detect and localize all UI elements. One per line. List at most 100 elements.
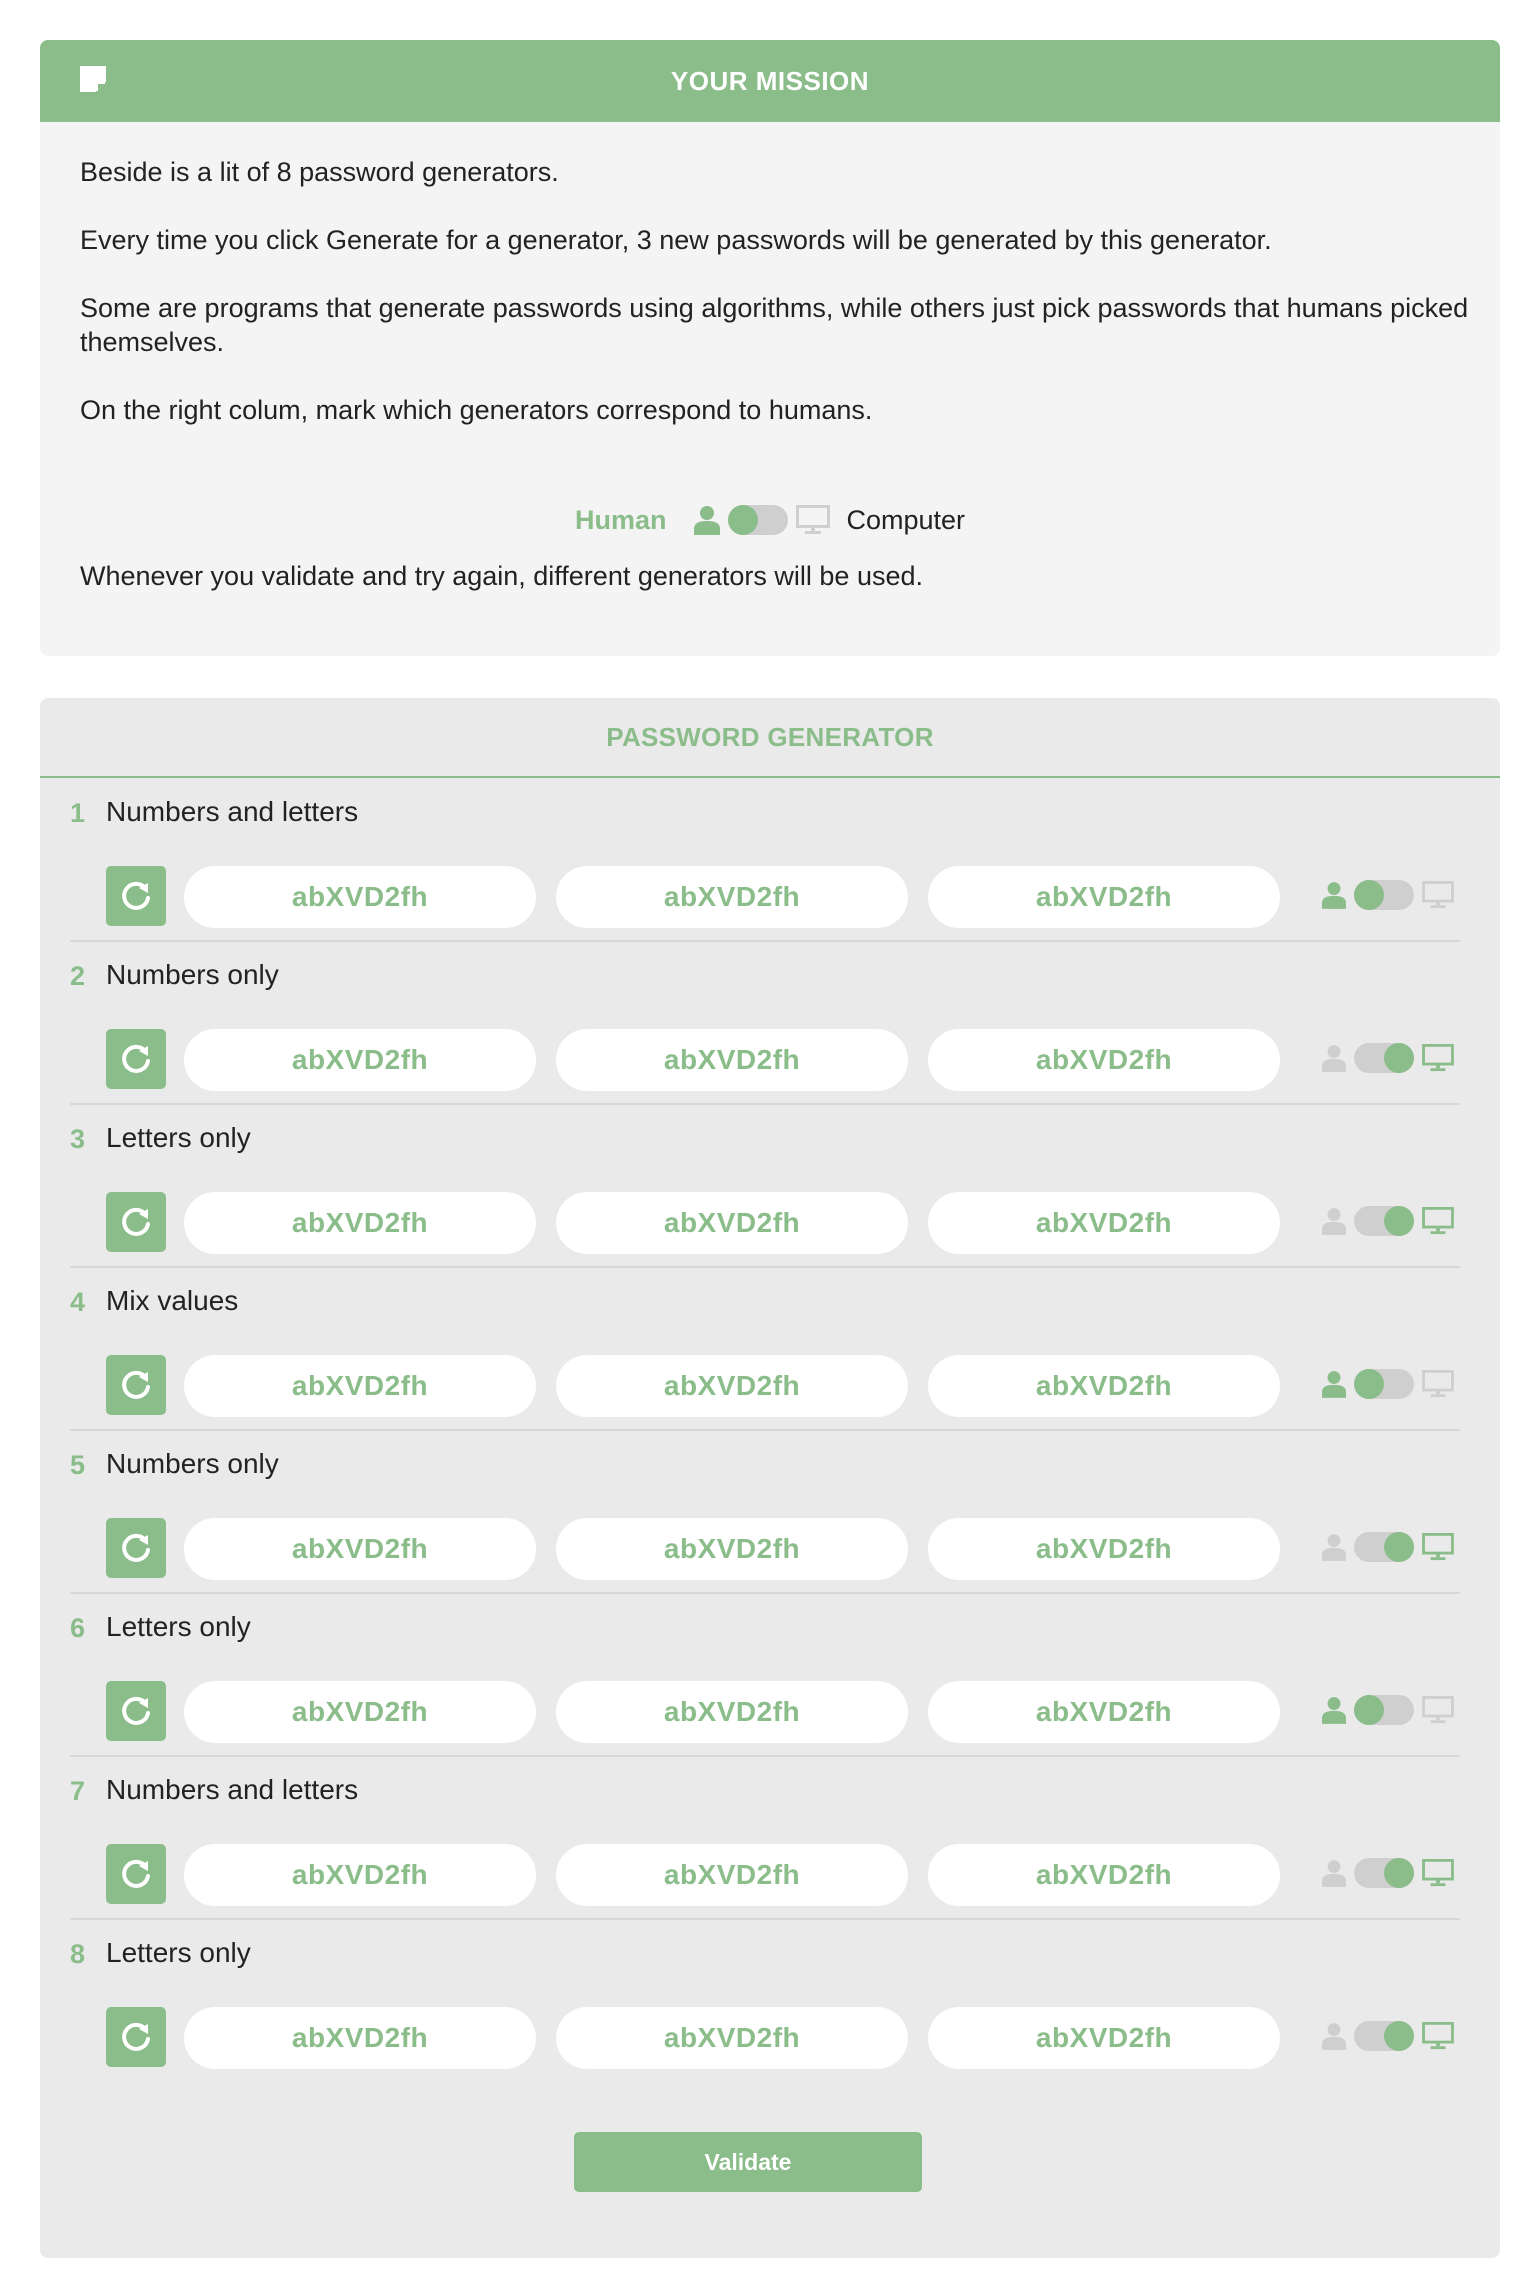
human-computer-toggle[interactable] [1322, 1532, 1454, 1562]
password-field: abXVD2fh [928, 1844, 1280, 1906]
monitor-icon [796, 505, 831, 534]
monitor-icon [1422, 1370, 1454, 1398]
password-generator-card: PASSWORD GENERATOR 1 Numbers and letters a… [40, 698, 1500, 2258]
row-divider [70, 1266, 1460, 1268]
human-computer-toggle[interactable] [1322, 2021, 1454, 2051]
password-field: abXVD2fh [556, 2007, 908, 2069]
person-icon [1322, 1045, 1346, 1072]
person-icon [1322, 1208, 1346, 1235]
generator-number: 1 [70, 798, 86, 828]
legend-toggle-track [728, 505, 789, 535]
generate-button[interactable] [106, 1681, 166, 1741]
legend-toggle-knob [728, 505, 759, 535]
toggle-knob[interactable] [1354, 880, 1384, 910]
toggle-track[interactable] [1354, 2021, 1414, 2051]
human-computer-toggle[interactable] [1322, 1043, 1454, 1073]
password-field: abXVD2fh [928, 1681, 1280, 1743]
generator-number: 6 [70, 1613, 86, 1643]
password-field: abXVD2fh [184, 1681, 536, 1743]
generator-number: 4 [70, 1287, 86, 1317]
password-field: abXVD2fh [184, 1518, 536, 1580]
mission-header: YOUR MISSION [40, 40, 1500, 122]
password-field: abXVD2fh [928, 1029, 1280, 1091]
generator-row: 7 Numbers and letters abXVD2fh abXVD2fh abXV… [70, 1758, 1460, 1920]
toggle-knob[interactable] [1384, 1532, 1414, 1562]
toggle-track[interactable] [1354, 1369, 1414, 1399]
toggle-track[interactable] [1354, 1532, 1414, 1562]
generator-number: 8 [70, 1939, 86, 1969]
mission-paragraph: Every time you click Generate for a gene… [80, 225, 1272, 255]
person-icon [1322, 1371, 1346, 1398]
password-field: abXVD2fh [928, 2007, 1280, 2069]
refresh-icon [122, 1696, 150, 1725]
refresh-icon [122, 1533, 150, 1562]
toggle-knob[interactable] [1354, 1369, 1384, 1399]
password-field: abXVD2fh [928, 1192, 1280, 1254]
mission-footer-text: Whenever you validate and try again, dif… [80, 561, 923, 591]
row-divider [70, 1103, 1460, 1105]
generate-button[interactable] [106, 1518, 166, 1578]
row-divider [70, 1429, 1460, 1431]
generator-row: 6 Letters only abXVD2fh abXVD2fh abXVD2fh [70, 1595, 1460, 1757]
validate-button[interactable]: Validate [574, 2132, 922, 2192]
password-field: abXVD2fh [556, 1029, 908, 1091]
toggle-knob[interactable] [1384, 2021, 1414, 2051]
password-field: abXVD2fh [184, 1029, 536, 1091]
legend-computer-label: Computer [846, 504, 966, 535]
generate-button[interactable] [106, 1355, 166, 1415]
person-icon [1322, 1534, 1346, 1561]
human-computer-toggle[interactable] [1322, 1369, 1454, 1399]
generator-label: Mix values [106, 1285, 239, 1316]
legend-human-label: Human [574, 504, 667, 535]
human-computer-toggle[interactable] [1322, 1206, 1454, 1236]
generate-button[interactable] [106, 2007, 166, 2067]
person-icon [694, 506, 721, 535]
monitor-icon [1422, 1859, 1454, 1887]
monitor-icon [1422, 1533, 1454, 1561]
password-field: abXVD2fh [556, 866, 908, 928]
password-field: abXVD2fh [184, 1192, 536, 1254]
mission-paragraph: Some are programs that generate password… [80, 293, 1469, 357]
legend: Human Computer [40, 498, 1500, 542]
generator-row: 8 Letters only abXVD2fh abXVD2fh abXVD2fh [70, 1921, 1460, 2083]
human-computer-toggle[interactable] [1322, 880, 1454, 910]
generator-number: 3 [70, 1124, 86, 1154]
mission-title: YOUR MISSION [670, 65, 870, 96]
toggle-knob[interactable] [1384, 1858, 1414, 1888]
generator-label: Numbers only [106, 959, 279, 990]
row-divider [70, 1918, 1460, 1920]
generator-label: Letters only [106, 1122, 251, 1153]
generator-label: Letters only [106, 1611, 251, 1642]
generate-button[interactable] [106, 1192, 166, 1252]
refresh-icon [122, 1207, 150, 1236]
monitor-icon [1422, 2022, 1454, 2050]
generator-label: Numbers and letters [106, 1774, 359, 1805]
toggle-track[interactable] [1354, 1695, 1414, 1725]
generate-button[interactable] [106, 1029, 166, 1089]
legend-toggle [694, 505, 831, 535]
password-field: abXVD2fh [184, 1355, 536, 1417]
toggle-track[interactable] [1354, 1206, 1414, 1236]
toggle-track[interactable] [1354, 880, 1414, 910]
generator-row: 1 Numbers and letters abXVD2fh abXVD2fh abXV… [70, 780, 1460, 942]
mission-paragraph: On the right colum, mark which generator… [80, 395, 873, 425]
toggle-knob[interactable] [1384, 1206, 1414, 1236]
toggle-track[interactable] [1354, 1043, 1414, 1073]
human-computer-toggle[interactable] [1322, 1695, 1454, 1725]
password-field: abXVD2fh [556, 1844, 908, 1906]
toggle-knob[interactable] [1354, 1695, 1384, 1725]
generator-label: Letters only [106, 1937, 251, 1968]
password-field: abXVD2fh [184, 1844, 536, 1906]
generate-button[interactable] [106, 866, 166, 926]
human-computer-toggle[interactable] [1322, 1858, 1454, 1888]
refresh-icon [122, 1370, 150, 1399]
generator-label: Numbers only [106, 1448, 279, 1479]
password-field: abXVD2fh [556, 1681, 908, 1743]
toggle-knob[interactable] [1384, 1043, 1414, 1073]
password-field: abXVD2fh [928, 1355, 1280, 1417]
toggle-track[interactable] [1354, 1858, 1414, 1888]
generate-button[interactable] [106, 1844, 166, 1904]
password-field: abXVD2fh [184, 2007, 536, 2069]
row-divider [70, 940, 1460, 942]
row-divider [70, 1592, 1460, 1594]
